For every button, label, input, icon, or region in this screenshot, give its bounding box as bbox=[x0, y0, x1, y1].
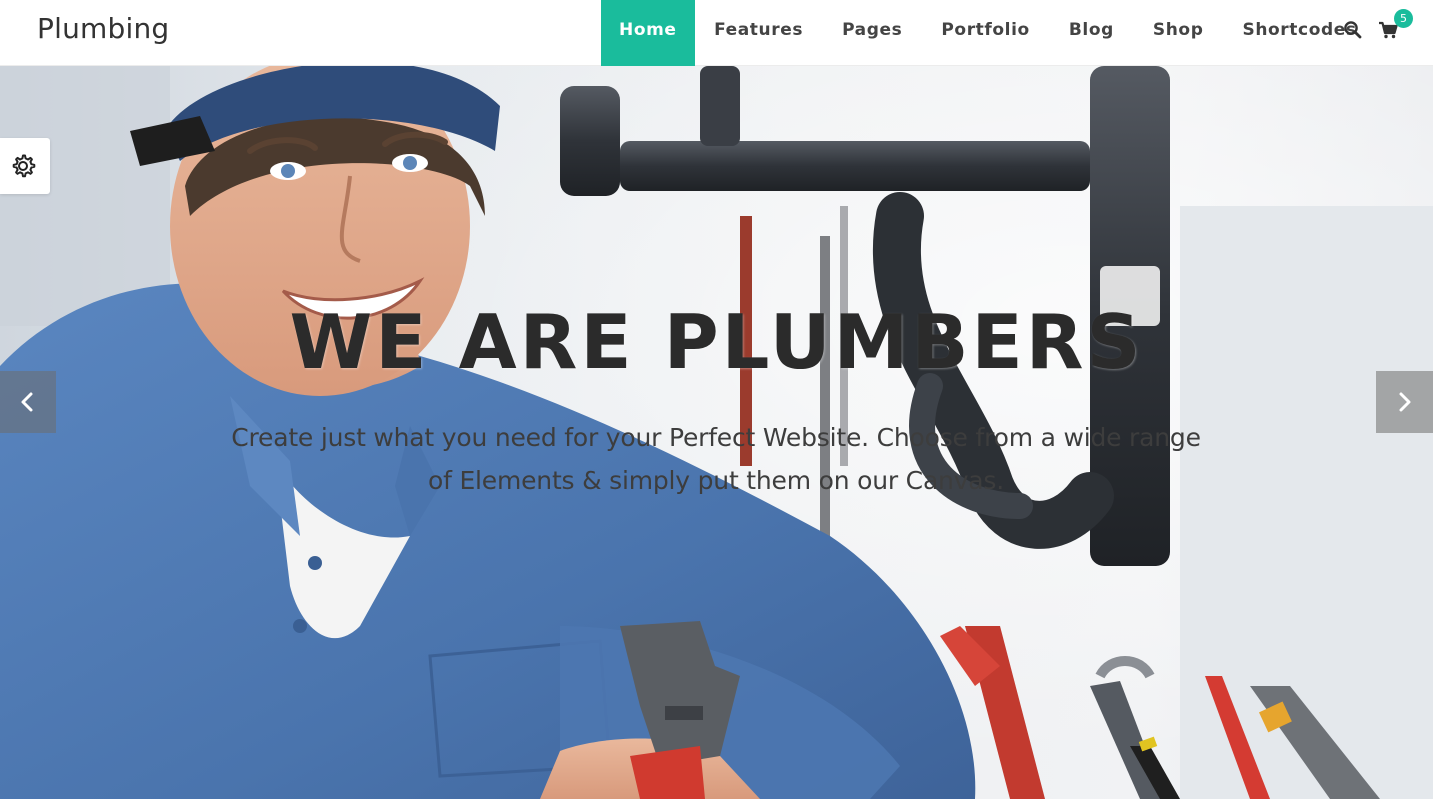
nav-item-shop[interactable]: Shop bbox=[1133, 0, 1223, 66]
search-icon[interactable] bbox=[1343, 20, 1363, 40]
gear-icon bbox=[12, 154, 36, 178]
nav-item-home[interactable]: Home bbox=[601, 0, 695, 66]
slider-prev-button[interactable] bbox=[0, 371, 56, 433]
hero-subtitle: Create just what you need for your Perfe… bbox=[216, 416, 1216, 502]
main-nav: Home Features Pages Portfolio Blog Shop … bbox=[601, 0, 1376, 66]
nav-item-portfolio[interactable]: Portfolio bbox=[922, 0, 1049, 66]
hero-title: WE ARE PLUMBERS bbox=[289, 298, 1144, 386]
hero-subtitle-line2: of Elements & simply put them on our Can… bbox=[428, 466, 1004, 495]
site-logo[interactable]: Plumbing bbox=[37, 12, 169, 45]
slider-next-button[interactable] bbox=[1376, 371, 1433, 433]
hero-slider: WE ARE PLUMBERS Create just what you nee… bbox=[0, 66, 1433, 799]
cart-count-badge: 5 bbox=[1394, 9, 1413, 28]
nav-item-pages[interactable]: Pages bbox=[823, 0, 922, 66]
nav-item-blog[interactable]: Blog bbox=[1049, 0, 1133, 66]
chevron-right-icon bbox=[1399, 392, 1411, 412]
style-switcher-button[interactable] bbox=[0, 138, 50, 194]
hero-subtitle-line1: Create just what you need for your Perfe… bbox=[231, 423, 1201, 452]
chevron-left-icon bbox=[21, 392, 33, 412]
nav-item-features[interactable]: Features bbox=[695, 0, 823, 66]
site-header: Plumbing Home Features Pages Portfolio B… bbox=[0, 0, 1433, 66]
